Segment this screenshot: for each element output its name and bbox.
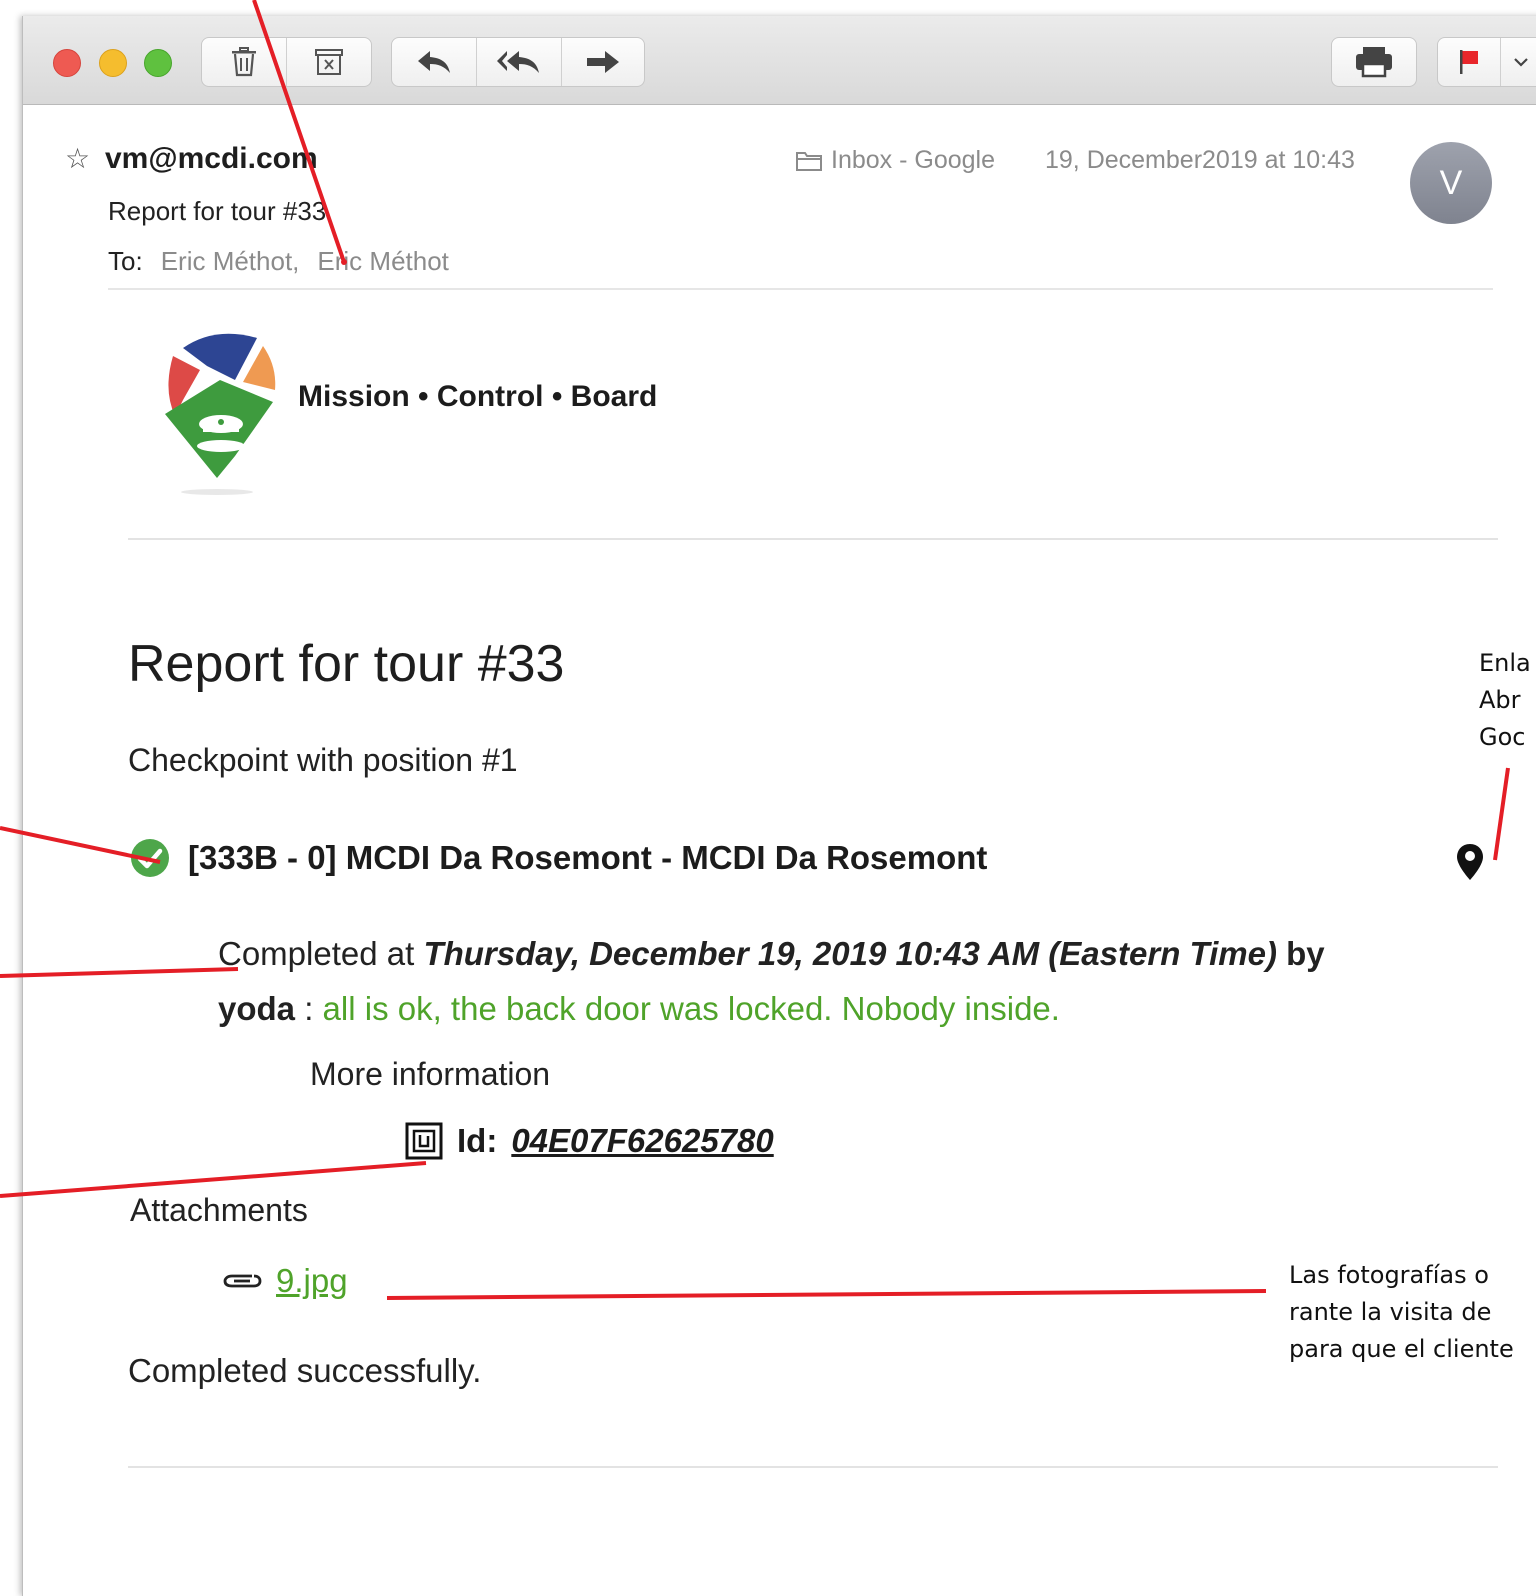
- body-divider-bottom: [128, 1466, 1498, 1468]
- delete-group: [201, 37, 372, 87]
- annotation-line: Las fotografías o: [1289, 1261, 1489, 1289]
- check-circle-icon: [131, 839, 169, 877]
- paperclip-icon: [223, 1274, 262, 1288]
- tag-id-row: Id: 04E07F62625780: [405, 1122, 774, 1160]
- checkpoint-item: [333B - 0] MCDI Da Rosemont - MCDI Da Ro…: [130, 838, 987, 878]
- trash-icon: [232, 47, 256, 77]
- reply-all-button[interactable]: [477, 38, 562, 86]
- message-header: ☆ vm@mcdi.com Inbox - Google 19, Decembe…: [23, 104, 1536, 294]
- message-subject: Report for tour #33: [108, 196, 327, 226]
- reply-icon: [418, 51, 450, 73]
- forward-button[interactable]: [562, 38, 644, 86]
- avatar[interactable]: V: [1410, 142, 1492, 224]
- chevron-down-icon: [1514, 58, 1528, 67]
- to-label: To:: [108, 246, 143, 276]
- map-pin-icon[interactable]: [1455, 842, 1485, 882]
- attachment-link[interactable]: 9.jpg: [276, 1262, 348, 1300]
- folder-icon: [796, 151, 822, 171]
- flag-icon: [1460, 50, 1478, 74]
- checkpoint-heading: Checkpoint with position #1: [128, 742, 518, 778]
- guard-comment: all is ok, the back door was locked. Nob…: [322, 990, 1060, 1027]
- forward-icon: [587, 51, 619, 73]
- archive-icon: [315, 49, 343, 75]
- mailbox-label[interactable]: Inbox - Google: [795, 146, 995, 175]
- recipient[interactable]: Eric Méthot,: [161, 246, 300, 277]
- annotation-line: Enla: [1479, 649, 1531, 677]
- report-title: Report for tour #33: [128, 635, 565, 693]
- annotation-line: rante la visita de: [1289, 1298, 1492, 1326]
- annotation-attachments: Las fotografías o rante la visita de par…: [1289, 1257, 1514, 1368]
- nfc-tag-icon: [405, 1122, 443, 1160]
- completion-status: Completed successfully.: [128, 1352, 482, 1389]
- reply-all-icon: [497, 51, 539, 73]
- print-icon: [1356, 47, 1392, 78]
- logo-icon: [165, 333, 276, 495]
- id-label: Id:: [457, 1122, 498, 1159]
- mission-control-logo: [145, 318, 285, 498]
- annotation-line: Goc: [1479, 723, 1526, 751]
- body-divider: [128, 538, 1498, 540]
- reply-button[interactable]: [392, 38, 477, 86]
- reply-group: [391, 37, 645, 87]
- junk-button[interactable]: [287, 38, 371, 86]
- by-word: by: [1276, 935, 1325, 972]
- flag-group: [1437, 37, 1536, 87]
- annotation-map-link: Enla Abr Goc: [1479, 645, 1531, 756]
- attachments-label: Attachments: [130, 1192, 308, 1228]
- completed-datetime: Thursday, December 19, 2019 10:43 AM (Ea…: [423, 935, 1277, 972]
- checkpoint-title: [333B - 0] MCDI Da Rosemont - MCDI Da Ro…: [188, 839, 988, 876]
- toolbar: [23, 16, 1536, 105]
- recipients-row: To: Eric Méthot, Eric Méthot: [108, 246, 449, 277]
- zoom-window-button[interactable]: [144, 49, 172, 77]
- message-date: 19, December2019 at 10:43: [1045, 146, 1355, 174]
- close-window-button[interactable]: [53, 49, 81, 77]
- print-button[interactable]: [1332, 38, 1416, 86]
- minimize-window-button[interactable]: [99, 49, 127, 77]
- separator: :: [295, 990, 323, 1027]
- completion-details: Completed at Thursday, December 19, 2019…: [218, 926, 1468, 1036]
- attachment-item[interactable]: 9.jpg: [222, 1262, 348, 1300]
- mailbox-name: Inbox - Google: [831, 146, 995, 174]
- annotation-line: para que el cliente: [1289, 1335, 1514, 1363]
- recipient[interactable]: Eric Méthot: [317, 246, 449, 277]
- completed-user: yoda: [218, 990, 296, 1027]
- annotation-line: Abr: [1479, 686, 1521, 714]
- header-divider: [108, 288, 1493, 290]
- delete-button[interactable]: [202, 38, 287, 86]
- sender-address[interactable]: vm@mcdi.com: [105, 142, 318, 176]
- more-info-label: More information: [310, 1056, 551, 1092]
- logo-text: Mission • Control • Board: [298, 380, 658, 413]
- star-icon[interactable]: ☆: [65, 142, 90, 175]
- flag-menu-button[interactable]: [1501, 38, 1536, 86]
- completed-prefix: Completed at: [218, 935, 424, 972]
- id-value[interactable]: 04E07F62625780: [511, 1122, 773, 1160]
- flag-button[interactable]: [1438, 38, 1501, 86]
- print-group: [1331, 37, 1417, 87]
